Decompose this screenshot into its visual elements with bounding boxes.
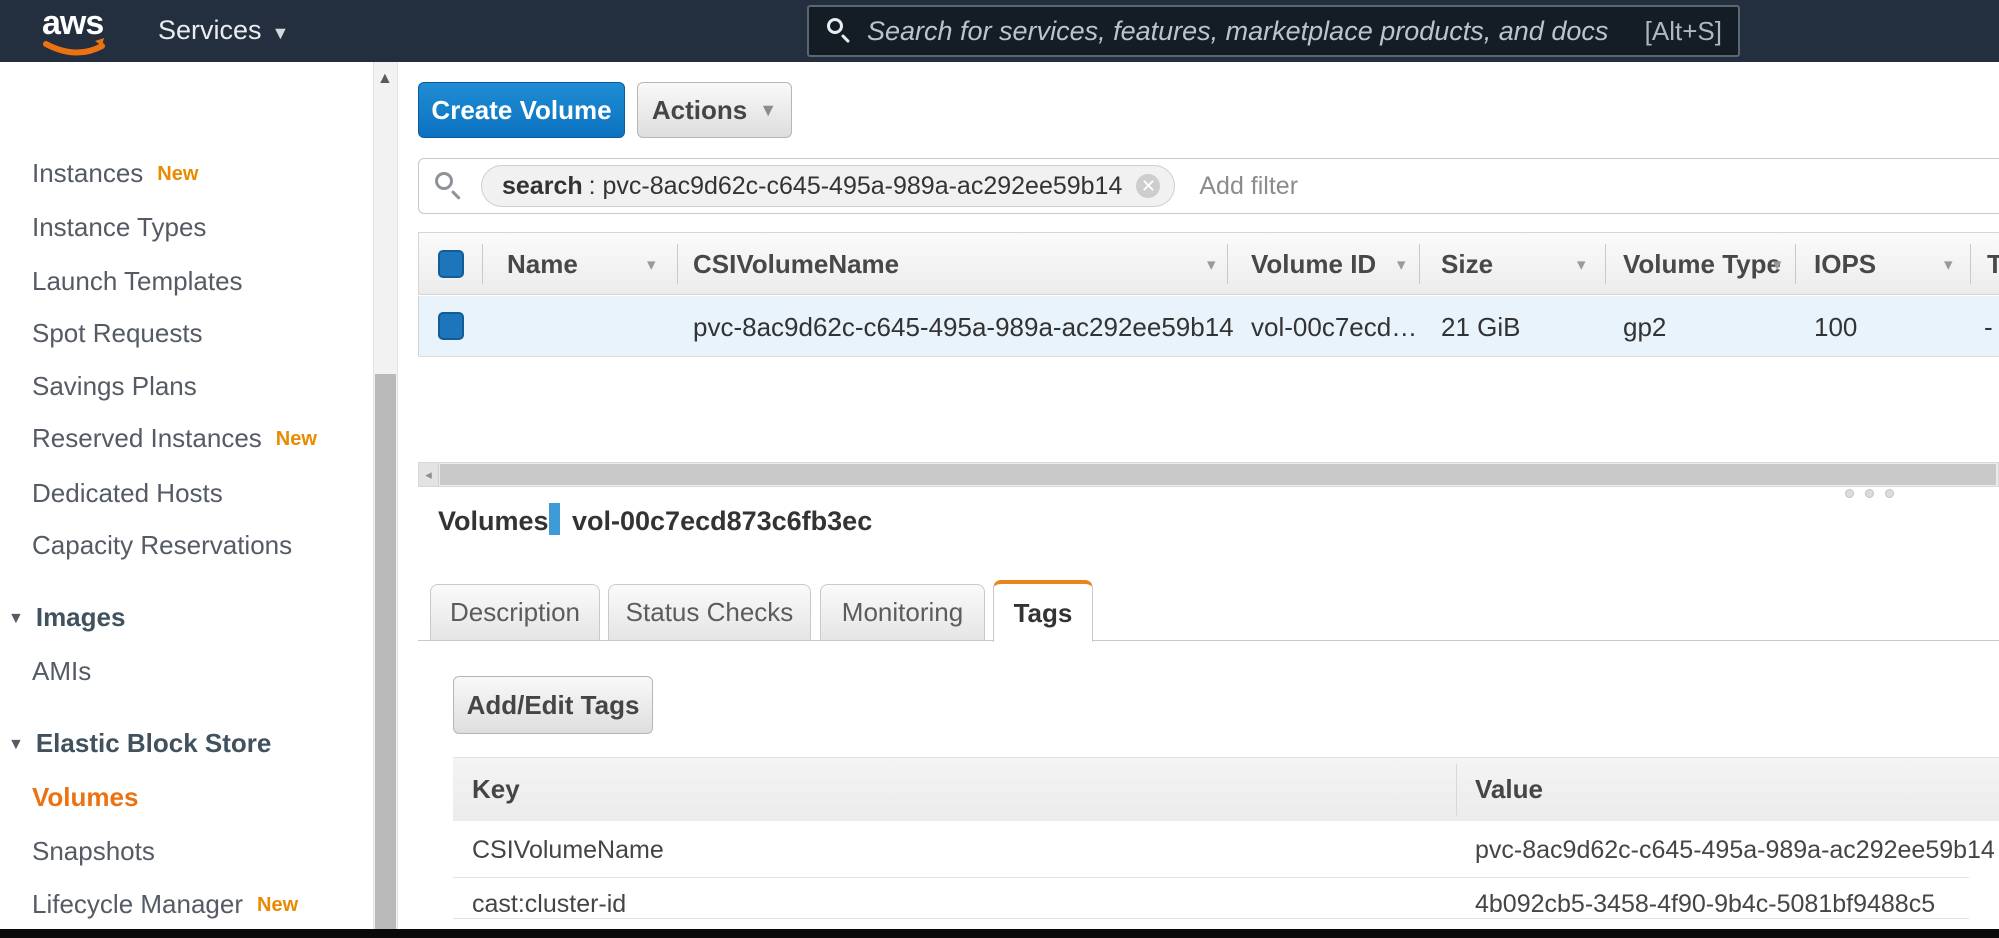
tab-status-checks[interactable]: Status Checks	[608, 584, 811, 640]
chevron-down-icon: ▼	[759, 100, 777, 121]
global-search-box[interactable]: Search for services, features, marketpla…	[807, 5, 1740, 57]
tag-row: CSIVolumeName pvc-8ac9d62c-c645-495a-989…	[453, 821, 1969, 878]
aws-logo[interactable]: aws	[40, 8, 112, 56]
filter-value: pvc-8ac9d62c-c645-495a-989a-ac292ee59b14	[603, 172, 1123, 201]
sidebar-section-images[interactable]: ▼Images	[8, 602, 125, 633]
sidebar-scrollbar-thumb[interactable]	[375, 374, 396, 938]
tag-key: CSIVolumeName	[472, 836, 664, 865]
search-icon	[827, 18, 853, 44]
tags-value-header: Value	[1475, 774, 1543, 805]
aws-logo-text: aws	[42, 4, 103, 43]
tab-description[interactable]: Description	[430, 584, 600, 640]
volumes-table-header: Name ▾ CSIVolumeName ▾ Volume ID ▾ Size …	[418, 232, 1999, 295]
selection-marker	[549, 503, 560, 535]
new-badge: New	[157, 163, 198, 185]
global-search-placeholder: Search for services, features, marketpla…	[867, 16, 1645, 47]
search-shortcut-hint: [Alt+S]	[1645, 16, 1722, 47]
filter-separator: :	[589, 172, 596, 201]
sidebar-item-instance-types[interactable]: Instance Types	[32, 212, 206, 243]
horizontal-scrollbar-thumb[interactable]	[440, 464, 1996, 485]
actions-button[interactable]: Actions▼	[637, 82, 792, 138]
sidebar-section-elastic-block-store[interactable]: ▼Elastic Block Store	[8, 728, 271, 759]
filter-search-icon	[435, 172, 463, 200]
sort-icon[interactable]: ▾	[1773, 255, 1782, 275]
volume-table-row[interactable]: pvc-8ac9d62c-c645-495a-989a-ac292ee59b14…	[418, 296, 1999, 357]
sidebar-item-reserved-instances[interactable]: Reserved InstancesNew	[32, 423, 317, 454]
cell-volume-type: gp2	[1623, 312, 1666, 343]
sort-icon[interactable]: ▾	[1944, 255, 1953, 275]
tags-key-header: Key	[472, 774, 520, 805]
sort-icon[interactable]: ▾	[1397, 255, 1406, 275]
tag-key: cast:cluster-id	[472, 890, 626, 919]
create-volume-button[interactable]: Create Volume	[418, 82, 625, 138]
table-horizontal-scrollbar[interactable]: ◂	[418, 462, 1999, 487]
sidebar-item-savings-plans[interactable]: Savings Plans	[32, 371, 197, 402]
sidebar: InstancesNew Instance Types Launch Templ…	[0, 62, 400, 938]
triangle-down-icon: ▼	[8, 610, 24, 627]
sidebar-item-amis[interactable]: AMIs	[32, 656, 91, 687]
tags-table-header: Key Value	[453, 757, 1999, 821]
column-header-throughput[interactable]: T	[1987, 249, 1999, 280]
sidebar-item-volumes[interactable]: Volumes	[32, 782, 138, 813]
tab-tags[interactable]: Tags	[993, 580, 1093, 642]
top-navbar: aws Services ▼ Search for services, featu…	[0, 0, 1999, 62]
scroll-up-arrow-icon[interactable]: ▲	[377, 70, 393, 88]
column-header-size[interactable]: Size	[1441, 249, 1493, 280]
new-badge: New	[257, 894, 298, 916]
sidebar-item-capacity-reservations[interactable]: Capacity Reservations	[32, 530, 292, 561]
tag-value: pvc-8ac9d62c-c645-495a-989a-ac292ee59b14	[1475, 836, 1995, 865]
cell-volume-id: vol-00c7ecd…	[1251, 312, 1417, 343]
triangle-down-icon: ▼	[8, 736, 24, 753]
column-header-csivolumename[interactable]: CSIVolumeName	[693, 249, 899, 280]
column-header-name[interactable]: Name	[507, 249, 578, 280]
filter-key: search	[502, 172, 583, 201]
add-filter-button[interactable]: Add filter	[1199, 172, 1298, 201]
window-bottom-edge	[0, 929, 1999, 938]
sort-icon[interactable]: ▾	[1577, 255, 1586, 275]
sidebar-item-launch-templates[interactable]: Launch Templates	[32, 266, 243, 297]
sidebar-item-lifecycle-manager[interactable]: Lifecycle ManagerNew	[32, 889, 298, 920]
column-header-volume-id[interactable]: Volume ID	[1251, 249, 1376, 280]
chevron-down-icon: ▼	[272, 23, 290, 43]
select-all-checkbox[interactable]	[438, 250, 464, 278]
column-header-volume-type[interactable]: Volume Type	[1623, 249, 1781, 280]
detail-pane-title: Volumes:	[438, 506, 558, 537]
services-menu-button[interactable]: Services ▼	[158, 15, 289, 46]
sidebar-item-dedicated-hosts[interactable]: Dedicated Hosts	[32, 478, 223, 509]
tag-value: 4b092cb5-3458-4f90-9b4c-5081bf9488c5	[1475, 890, 1935, 919]
sidebar-item-spot-requests[interactable]: Spot Requests	[32, 318, 203, 349]
cell-size: 21 GiB	[1441, 312, 1521, 343]
scroll-left-arrow-icon[interactable]: ◂	[419, 463, 439, 486]
ec2-console-screen: aws Services ▼ Search for services, featu…	[0, 0, 1999, 938]
search-filter-pill[interactable]: search : pvc-8ac9d62c-c645-495a-989a-ac2…	[481, 165, 1175, 207]
sidebar-scrollbar[interactable]: ▲	[373, 62, 398, 938]
pane-resize-grip-dot[interactable]	[1845, 489, 1854, 498]
cell-iops: 100	[1814, 312, 1857, 343]
services-menu-label: Services	[158, 15, 262, 45]
new-badge: New	[276, 428, 317, 450]
cell-csivolumename: pvc-8ac9d62c-c645-495a-989a-ac292ee59b14	[693, 312, 1234, 343]
sidebar-item-snapshots[interactable]: Snapshots	[32, 836, 155, 867]
add-edit-tags-button[interactable]: Add/Edit Tags	[453, 676, 653, 734]
sidebar-item-instances[interactable]: InstancesNew	[32, 158, 198, 189]
pane-resize-grip-dot[interactable]	[1865, 489, 1874, 498]
cell-throughput: -	[1984, 312, 1993, 343]
filter-bar[interactable]: search : pvc-8ac9d62c-c645-495a-989a-ac2…	[418, 158, 1999, 214]
pane-resize-grip-dot[interactable]	[1885, 489, 1894, 498]
row-checkbox[interactable]	[438, 312, 464, 340]
remove-filter-icon[interactable]: ✕	[1136, 174, 1160, 198]
sort-icon[interactable]: ▾	[1207, 255, 1216, 275]
sort-icon[interactable]: ▾	[647, 255, 656, 275]
column-header-iops[interactable]: IOPS	[1814, 249, 1876, 280]
tag-row: cast:cluster-id 4b092cb5-3458-4f90-9b4c-…	[453, 878, 1969, 919]
selected-volume-id: vol-00c7ecd873c6fb3ec	[572, 506, 872, 537]
tab-monitoring[interactable]: Monitoring	[820, 584, 985, 640]
tabs-baseline	[418, 640, 1999, 641]
